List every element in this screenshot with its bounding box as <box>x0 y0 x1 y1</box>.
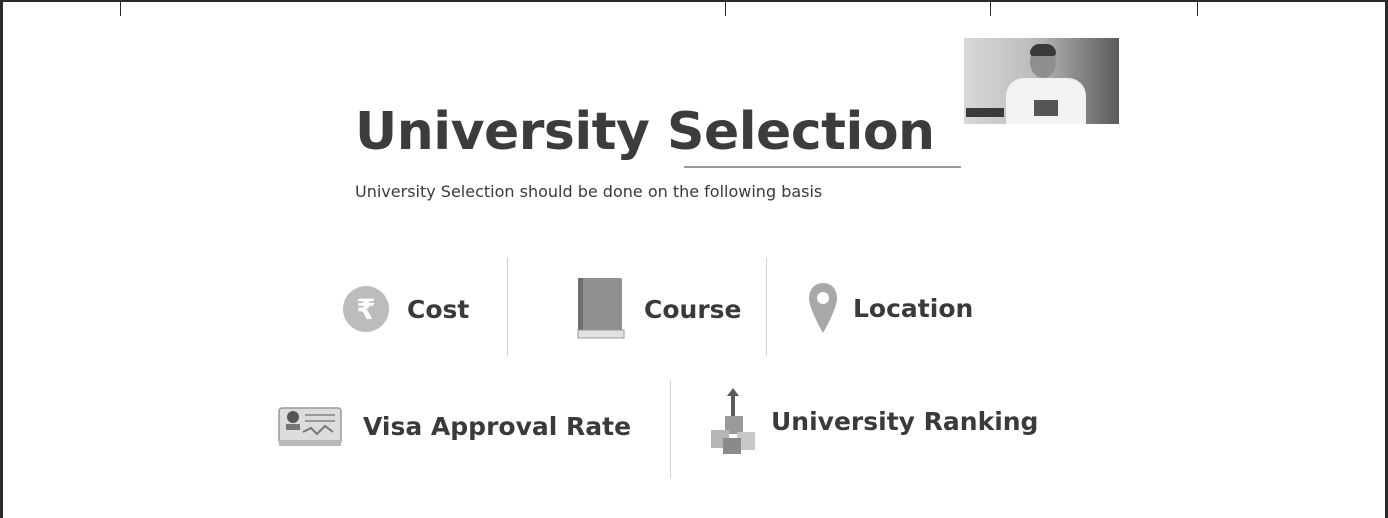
frame-tick <box>120 0 121 16</box>
frame-left-border <box>0 0 3 518</box>
criterion-location: Location <box>807 281 973 335</box>
frame-top-border <box>0 0 1388 2</box>
ranking-blocks-icon <box>711 388 755 454</box>
criterion-label: University Ranking <box>771 406 1039 436</box>
rupee-icon: ₹ <box>343 286 389 332</box>
divider <box>507 258 508 356</box>
frame-tick <box>725 0 726 16</box>
divider <box>766 258 767 356</box>
webcam-name-tag <box>966 108 1004 117</box>
location-pin-icon <box>809 283 837 333</box>
slide-subtitle: University Selection should be done on t… <box>355 182 823 201</box>
shirt-print <box>1034 100 1058 116</box>
divider <box>670 380 671 478</box>
criterion-course: Course <box>576 276 742 342</box>
visa-card-icon <box>278 407 342 446</box>
title-underline <box>684 166 961 168</box>
criterion-visa-approval-rate: Visa Approval Rate <box>277 402 631 450</box>
criterion-label: Location <box>853 293 974 323</box>
frame-tick <box>1197 0 1198 16</box>
criterion-label: Visa Approval Rate <box>363 411 632 441</box>
criterion-cost: ₹ Cost <box>343 286 469 332</box>
book-icon <box>577 278 625 339</box>
criterion-university-ranking: University Ranking <box>707 386 1038 456</box>
presenter-hair <box>1030 44 1056 56</box>
presenter-webcam-video <box>964 38 1119 124</box>
criterion-label: Course <box>644 294 742 324</box>
frame-tick <box>990 0 991 16</box>
slide-title: University Selection <box>355 102 935 162</box>
criterion-label: Cost <box>407 294 470 324</box>
